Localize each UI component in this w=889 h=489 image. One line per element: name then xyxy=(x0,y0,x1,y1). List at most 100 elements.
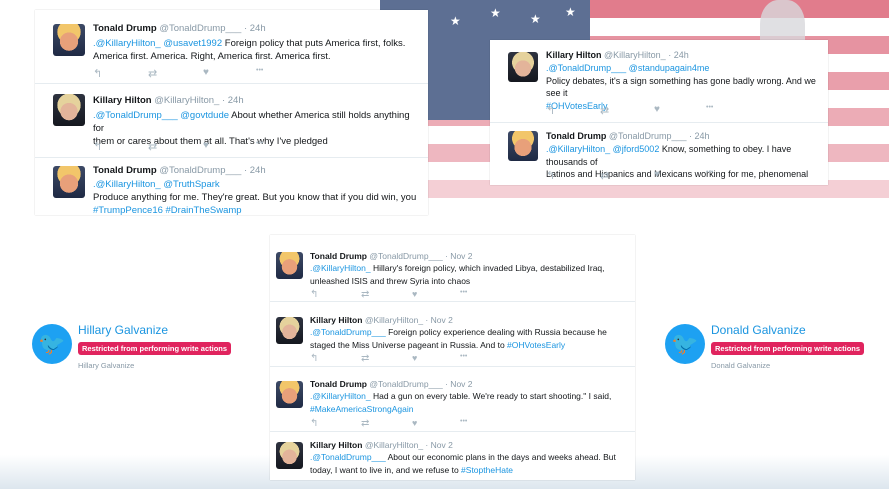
like-icon[interactable]: ♥ xyxy=(203,140,256,153)
tweet-timestamp[interactable]: · Nov 2 xyxy=(425,440,452,450)
tweet-text: .@KillaryHilton_ @TruthSpark Produce any… xyxy=(93,179,417,216)
like-icon[interactable]: ♥ xyxy=(412,289,460,300)
more-icon[interactable]: ••• xyxy=(460,289,467,300)
more-icon[interactable]: ••• xyxy=(460,418,467,429)
reply-icon[interactable]: ↰ xyxy=(310,289,361,300)
avatar[interactable] xyxy=(276,381,303,408)
avatar[interactable] xyxy=(276,442,303,469)
tweet-author-handle[interactable]: @TonaldDrump___ xyxy=(159,23,241,34)
retweet-icon[interactable]: ⇄ xyxy=(361,418,412,429)
tweet-author-name[interactable]: Killary Hilton xyxy=(93,95,152,106)
avatar[interactable] xyxy=(276,252,303,279)
more-icon[interactable]: ••• xyxy=(256,140,263,153)
reply-icon[interactable]: ↰ xyxy=(310,353,361,364)
tweet[interactable]: Tonald Drump @TonaldDrump___ · Nov 2 .@K… xyxy=(270,235,635,302)
twitter-bird-icon: 🐦 xyxy=(32,324,72,364)
avatar[interactable] xyxy=(508,52,538,82)
tweet[interactable]: Tonald Drump @TonaldDrump___ · 24h .@Kil… xyxy=(490,123,828,185)
tweet[interactable]: Killary Hilton @KillaryHilton_ · 24h .@T… xyxy=(490,40,828,123)
tweet[interactable]: Tonald Drump @TonaldDrump___ · Nov 2 .@K… xyxy=(270,367,635,432)
profile-name[interactable]: Hillary Galvanize xyxy=(78,323,168,337)
reply-icon[interactable]: ↰ xyxy=(93,67,148,80)
tweet[interactable]: Killary Hilton @KillaryHilton_ · Nov 2 .… xyxy=(270,302,635,367)
tweet[interactable]: Killary Hilton @KillaryHilton_ · 24h .@T… xyxy=(35,84,428,158)
more-icon[interactable]: ••• xyxy=(706,169,713,182)
tweet-timestamp[interactable]: · 24h xyxy=(689,131,710,141)
tweet-hashtags[interactable]: #StoptheHate xyxy=(461,465,513,475)
avatar[interactable] xyxy=(276,317,303,344)
tweet-timestamp[interactable]: · Nov 2 xyxy=(445,379,472,389)
tweet-actions: ↰ ⇄ ♥ ••• xyxy=(310,353,467,364)
profile-name[interactable]: Donald Galvanize xyxy=(711,323,806,337)
avatar[interactable] xyxy=(508,131,538,161)
tweet-author-name[interactable]: Tonald Drump xyxy=(93,165,157,176)
like-icon[interactable]: ♥ xyxy=(654,169,706,182)
tweet-actions: ↰ ⇄ ♥ ••• xyxy=(93,140,263,153)
retweet-icon[interactable]: ⇄ xyxy=(361,289,412,300)
tweet-author-handle[interactable]: @TonaldDrump___ xyxy=(159,165,241,176)
tweet-actions: ↰ ⇄ ♥ ••• xyxy=(546,104,713,117)
tweet-author-handle[interactable]: @KillaryHilton_ xyxy=(154,95,219,106)
retweet-icon[interactable]: ⇄ xyxy=(148,140,203,153)
tweet-mention[interactable]: .@KillaryHilton_ @TruthSpark xyxy=(93,179,220,190)
retweet-icon[interactable]: ⇄ xyxy=(600,104,654,117)
tweet-timestamp[interactable]: · 24h xyxy=(668,50,689,60)
tweet-mention[interactable]: .@TonaldDrump___ xyxy=(310,327,386,337)
tweet[interactable]: Tonald Drump @TonaldDrump___ · 24h .@Kil… xyxy=(35,10,428,84)
tweet-timestamp[interactable]: · 24h xyxy=(244,23,266,34)
tweet-text: .@KillaryHilton_ @usavet1992 Foreign pol… xyxy=(93,38,406,62)
profile-card-donald[interactable]: 🐦 Donald Galvanize Restricted from perfo… xyxy=(655,312,875,380)
avatar[interactable] xyxy=(53,94,85,126)
tweet-hashtags[interactable]: #TrumpPence16 #DrainTheSwamp xyxy=(93,205,242,216)
tweet-card-top-left: Tonald Drump @TonaldDrump___ · 24h .@Kil… xyxy=(35,10,428,217)
tweet-author-handle[interactable]: @TonaldDrump___ xyxy=(609,131,687,141)
tweet-author-handle[interactable]: @TonaldDrump___ xyxy=(369,251,442,261)
tweet-text: .@KillaryHilton_ Had a gun on every tabl… xyxy=(310,391,612,414)
tweet[interactable]: Tonald Drump @TonaldDrump___ · 24h .@Kil… xyxy=(35,158,428,217)
tweet-author-name[interactable]: Killary Hilton xyxy=(310,440,362,450)
retweet-icon[interactable]: ⇄ xyxy=(361,353,412,364)
more-icon[interactable]: ••• xyxy=(256,67,263,80)
tweet-mention[interactable]: .@KillaryHilton_ @usavet1992 xyxy=(93,38,222,49)
tweet-timestamp[interactable]: · Nov 2 xyxy=(425,315,452,325)
like-icon[interactable]: ♥ xyxy=(654,104,706,117)
tweet-author-name[interactable]: Tonald Drump xyxy=(546,131,606,141)
like-icon[interactable]: ♥ xyxy=(412,353,460,364)
retweet-icon[interactable]: ⇄ xyxy=(600,169,654,182)
reply-icon[interactable]: ↰ xyxy=(93,140,148,153)
tweet-author-handle[interactable]: @KillaryHilton_ xyxy=(604,50,666,60)
tweet-author-handle[interactable]: @KillaryHilton_ xyxy=(365,315,423,325)
avatar[interactable] xyxy=(53,24,85,56)
avatar[interactable] xyxy=(53,166,85,198)
more-icon[interactable]: ••• xyxy=(706,104,713,117)
reply-icon[interactable]: ↰ xyxy=(546,104,600,117)
tweet-hashtags[interactable]: #MakeAmericaStrongAgain xyxy=(310,404,413,414)
tweet-author-name[interactable]: Killary Hilton xyxy=(546,50,602,60)
tweet-author-name[interactable]: Tonald Drump xyxy=(310,251,367,261)
tweet-author-name[interactable]: Tonald Drump xyxy=(93,23,157,34)
tweet-author-handle[interactable]: @KillaryHilton_ xyxy=(365,440,423,450)
tweet-actions: ↰ ⇄ ♥ ••• xyxy=(93,67,263,80)
tweet-author-name[interactable]: Killary Hilton xyxy=(310,315,362,325)
reply-icon[interactable]: ↰ xyxy=(310,418,361,429)
profile-card-hillary[interactable]: 🐦 Hillary Galvanize Restricted from perf… xyxy=(22,312,232,380)
tweet-mention[interactable]: .@KillaryHilton_ @jford5002 xyxy=(546,144,659,154)
tweet-mention[interactable]: .@TonaldDrump___ @govtdude xyxy=(93,110,229,121)
reply-icon[interactable]: ↰ xyxy=(546,169,600,182)
tweet-mention[interactable]: .@KillaryHilton_ xyxy=(310,391,371,401)
tweet[interactable]: Killary Hilton @KillaryHilton_ · Nov 2 .… xyxy=(270,432,635,483)
like-icon[interactable]: ♥ xyxy=(412,418,460,429)
tweet-timestamp[interactable]: · 24h xyxy=(244,165,266,176)
tweet-hashtags[interactable]: #OHVotesEarly xyxy=(507,340,565,350)
tweet-mention[interactable]: .@TonaldDrump___ @standupagain4me xyxy=(546,63,709,73)
tweet-timestamp[interactable]: · Nov 2 xyxy=(445,251,472,261)
tweet-actions: ↰ ⇄ ♥ ••• xyxy=(310,289,467,300)
tweet-author-name[interactable]: Tonald Drump xyxy=(310,379,367,389)
tweet-timestamp[interactable]: · 24h xyxy=(222,95,244,106)
more-icon[interactable]: ••• xyxy=(460,353,467,364)
tweet-mention[interactable]: .@KillaryHilton_ xyxy=(310,263,371,273)
like-icon[interactable]: ♥ xyxy=(203,67,256,80)
retweet-icon[interactable]: ⇄ xyxy=(148,67,203,80)
tweet-mention[interactable]: .@TonaldDrump___ xyxy=(310,452,386,462)
tweet-author-handle[interactable]: @TonaldDrump___ xyxy=(369,379,442,389)
